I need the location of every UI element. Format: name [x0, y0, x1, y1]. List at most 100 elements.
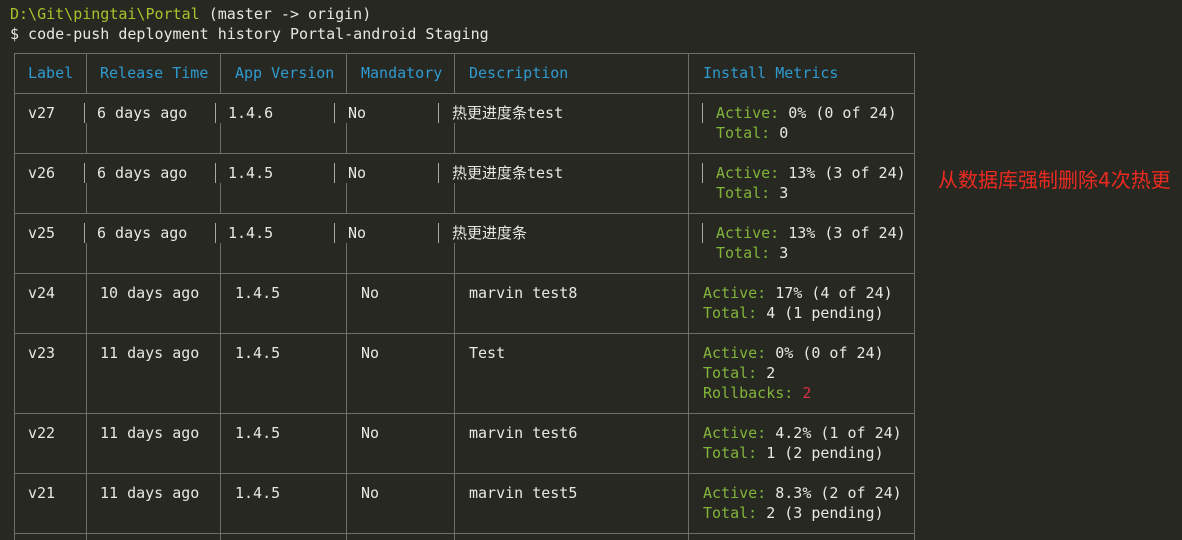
row-separator — [438, 163, 439, 183]
metric-total-label: Total: — [703, 304, 758, 322]
row-release-time: 11 days ago — [100, 484, 200, 502]
metric-total: Total: 2 (3 pending) — [703, 503, 884, 523]
row-label: v23 — [28, 344, 56, 362]
row-app-version: 1.4.5 — [235, 284, 281, 302]
metric-active-label: Active: — [703, 424, 767, 442]
row-separator — [438, 223, 439, 243]
row-mandatory: No — [361, 284, 380, 302]
row-label: v22 — [28, 424, 56, 442]
table-border-h — [14, 273, 914, 274]
row-description: marvin test6 — [469, 424, 578, 442]
row-description: 热更进度条test — [452, 164, 564, 182]
row-mandatory: No — [361, 484, 380, 502]
row-separator — [84, 163, 85, 183]
row-separator — [84, 223, 85, 243]
metric-active: Active: 4.2% (1 of 24) — [703, 423, 902, 443]
row-description: marvin test5 — [469, 484, 578, 502]
metric-total-label: Total: — [703, 444, 758, 462]
metric-total-label: Total: — [716, 124, 771, 142]
table-border-v — [220, 243, 221, 273]
table-border-v — [346, 183, 347, 213]
table-border-h — [14, 333, 914, 334]
metric-rollbacks-value: 2 — [802, 384, 812, 402]
table-border-v — [220, 273, 221, 540]
row-mandatory: No — [348, 164, 367, 182]
table-border-v — [346, 123, 347, 153]
table-border-v — [86, 273, 87, 540]
row-label: v25 — [28, 224, 56, 242]
prompt-branch: (master -> origin) — [208, 5, 372, 23]
metric-active-label: Active: — [703, 484, 767, 502]
row-label: v26 — [28, 164, 56, 182]
metric-total-value: 2 (3 pending) — [766, 504, 884, 522]
header-install-metrics: Install Metrics — [703, 64, 839, 82]
command-line: $ code-push deployment history Portal-an… — [10, 25, 489, 43]
metric-total-label: Total: — [703, 364, 758, 382]
metric-active: Active: 17% (4 of 24) — [703, 283, 893, 303]
row-separator — [84, 103, 85, 123]
row-separator — [702, 103, 703, 123]
metric-total-value: 0 — [779, 124, 789, 142]
metric-total-value: 3 — [779, 244, 789, 262]
row-separator — [334, 223, 335, 243]
table-border-h — [14, 473, 914, 474]
table-border-h — [14, 533, 914, 534]
row-separator — [215, 163, 216, 183]
row-mandatory: No — [348, 104, 367, 122]
row-app-version: 1.4.5 — [235, 424, 281, 442]
table-border-v — [86, 183, 87, 213]
header-description: Description — [469, 64, 569, 82]
metric-total: Total: 3 — [716, 243, 788, 263]
row-description: 热更进度条test — [452, 104, 564, 122]
table-border-v — [454, 273, 455, 540]
row-app-version: 1.4.5 — [235, 484, 281, 502]
metric-active-value: 4.2% (1 of 24) — [775, 424, 902, 442]
header-app-version: App Version — [235, 64, 335, 82]
row-separator — [702, 163, 703, 183]
metric-active: Active: 13% (3 of 24) — [716, 163, 906, 183]
metric-active-label: Active: — [716, 164, 780, 182]
metric-active-label: Active: — [716, 104, 780, 122]
row-separator — [334, 103, 335, 123]
prompt-line: D:\Git\pingtai\Portal (master -> origin) — [10, 4, 371, 24]
metric-active-label: Active: — [703, 344, 767, 362]
header-label: Label — [28, 64, 74, 82]
table-border-v — [220, 53, 221, 93]
row-release-time: 6 days ago — [97, 104, 188, 122]
table-border-v — [220, 183, 221, 213]
row-label: v27 — [28, 104, 56, 122]
row-release-time: 11 days ago — [100, 344, 200, 362]
row-release-time: 6 days ago — [97, 224, 188, 242]
table-border-h — [14, 53, 914, 54]
metric-total: Total: 2 — [703, 363, 775, 383]
metric-active-label: Active: — [703, 284, 767, 302]
row-release-time: 6 days ago — [97, 164, 188, 182]
metric-active: Active: 13% (3 of 24) — [716, 223, 906, 243]
row-separator — [438, 103, 439, 123]
metric-active-label: Active: — [716, 224, 780, 242]
row-separator — [702, 223, 703, 243]
row-app-version: 1.4.5 — [228, 224, 274, 242]
metric-active: Active: 8.3% (2 of 24) — [703, 483, 902, 503]
header-mandatory: Mandatory — [361, 64, 443, 82]
row-mandatory: No — [361, 344, 380, 362]
metric-total: Total: 3 — [716, 183, 788, 203]
row-release-time: 11 days ago — [100, 424, 200, 442]
table-border-v — [454, 123, 455, 153]
table-border-v — [454, 183, 455, 213]
row-separator — [215, 223, 216, 243]
metric-total-value: 2 — [766, 364, 776, 382]
metric-active-value: 0% (0 of 24) — [788, 104, 897, 122]
table-border-h — [14, 93, 914, 94]
table-border-v — [688, 53, 689, 540]
row-separator — [215, 103, 216, 123]
table-border-v — [86, 243, 87, 273]
metric-rollbacks: Rollbacks: 2 — [703, 383, 811, 403]
table-border-h — [14, 153, 914, 154]
metric-total-label: Total: — [703, 504, 758, 522]
table-border-v — [914, 53, 915, 540]
row-release-time: 10 days ago — [100, 284, 200, 302]
metric-active-value: 13% (3 of 24) — [788, 224, 906, 242]
row-app-version: 1.4.5 — [228, 164, 274, 182]
row-label: v24 — [28, 284, 56, 302]
